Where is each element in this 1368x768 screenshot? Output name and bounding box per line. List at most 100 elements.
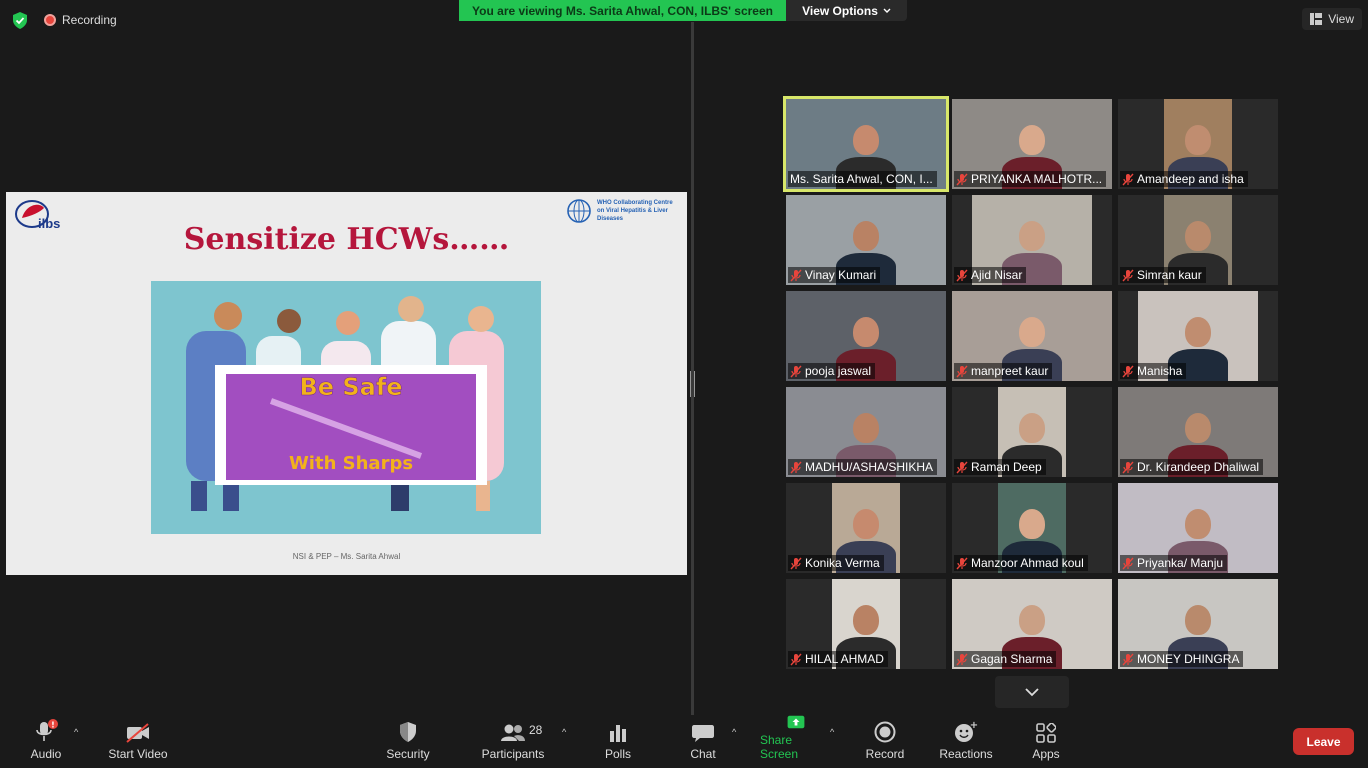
be-safe-poster: Be Safe With Sharps (151, 281, 541, 534)
slide-title: Sensitize HCWs…… (183, 222, 510, 257)
participant-head (853, 317, 879, 347)
video-off-icon (126, 723, 149, 743)
participant-name: Ajid Nisar (971, 268, 1023, 282)
participant-tile[interactable]: Ms. Sarita Ahwal, CON, I... (783, 96, 949, 192)
participant-name: HILAL AHMAD (805, 652, 884, 666)
top-bar: Recording You are viewing Ms. Sarita Ahw… (0, 0, 1368, 40)
apps-icon (1036, 723, 1056, 743)
participant-tile[interactable]: Manisha (1118, 291, 1278, 381)
apps-label: Apps (1032, 747, 1060, 761)
chat-label: Chat (690, 747, 716, 761)
security-button[interactable]: Security (384, 715, 432, 768)
view-options-button[interactable]: View Options (786, 0, 907, 21)
poster-line1: Be Safe (299, 373, 402, 401)
participant-head (1019, 509, 1045, 539)
participant-name: manpreet kaur (971, 364, 1049, 378)
muted-mic-icon (1122, 173, 1134, 185)
participant-tile[interactable]: Amandeep and isha (1118, 99, 1278, 189)
participant-tile[interactable]: HILAL AHMAD (786, 579, 946, 669)
start-video-button[interactable]: Start Video (104, 715, 172, 768)
muted-mic-icon (790, 461, 802, 473)
participant-head (1185, 125, 1211, 155)
participant-head (853, 605, 879, 635)
muted-mic-icon (790, 653, 802, 665)
participant-tile[interactable]: PRIYANKA MALHOTR... (952, 99, 1112, 189)
participant-tile[interactable]: Priyanka/ Manju (1118, 483, 1278, 573)
record-button[interactable]: Record (864, 715, 906, 768)
meeting-toolbar: ! Audio ^ Start Video Security Participa… (0, 715, 1368, 768)
participants-options-caret-icon[interactable]: ^ (562, 727, 566, 737)
muted-mic-icon (790, 557, 802, 569)
participant-name: MONEY DHINGRA (1137, 652, 1240, 666)
participant-tile[interactable]: Dr. Kirandeep Dhaliwal (1118, 387, 1278, 477)
participant-name-label: Simran kaur (1120, 267, 1206, 283)
split-divider[interactable] (691, 22, 694, 715)
reactions-button[interactable]: + Reactions (938, 715, 994, 768)
record-icon (874, 721, 896, 743)
participant-name: Ms. Sarita Ahwal, CON, I... (790, 172, 933, 186)
chevron-down-icon (1025, 687, 1039, 696)
participant-name-label: Vinay Kumari (788, 267, 881, 283)
apps-button[interactable]: Apps (1028, 715, 1064, 768)
recording-indicator[interactable]: Recording (44, 13, 117, 27)
record-label: Record (865, 747, 905, 761)
muted-mic-icon (1122, 269, 1134, 281)
viewing-banner: You are viewing Ms. Sarita Ahwal, CON, I… (459, 0, 786, 21)
gallery-next-page-button[interactable] (995, 676, 1069, 708)
leave-button[interactable]: Leave (1293, 728, 1354, 755)
chat-options-caret-icon[interactable]: ^ (732, 727, 736, 737)
view-button[interactable]: View (1302, 8, 1362, 30)
participant-head (1185, 221, 1211, 251)
participant-tile[interactable]: Simran kaur (1118, 195, 1278, 285)
participant-head (1019, 413, 1045, 443)
participant-tile[interactable]: Manzoor Ahmad koul (952, 483, 1112, 573)
share-screen-button[interactable]: Share Screen (760, 715, 832, 768)
participant-tile[interactable]: Raman Deep (952, 387, 1112, 477)
participant-head (1019, 605, 1045, 635)
participant-head (853, 509, 879, 539)
participant-head (1019, 221, 1045, 251)
participant-name-label: manpreet kaur (954, 363, 1053, 379)
chevron-down-icon (883, 8, 891, 13)
audio-label: Audio (30, 747, 62, 761)
shared-screen: ilbs WHO Collaborating Centre on Viral H… (6, 192, 687, 575)
participant-head (1019, 125, 1045, 155)
muted-mic-icon (1122, 653, 1134, 665)
healthcare-workers-illustration: Be Safe With Sharps (151, 281, 541, 534)
participant-tile[interactable]: Ajid Nisar (952, 195, 1112, 285)
grid-view-icon (1310, 13, 1323, 25)
microphone-icon: ! (36, 719, 58, 741)
participant-head (1185, 509, 1211, 539)
view-label: View (1328, 12, 1354, 26)
participant-tile[interactable]: MADHU/ASHA/SHIKHA (786, 387, 946, 477)
polls-button[interactable]: Polls (600, 715, 636, 768)
participant-tile[interactable]: Gagan Sharma (952, 579, 1112, 669)
participant-name: Konika Verma (805, 556, 880, 570)
shield-icon[interactable] (12, 12, 28, 29)
participant-head (1185, 317, 1211, 347)
reactions-emoji-icon: + (955, 721, 978, 742)
muted-mic-icon (956, 173, 968, 185)
participant-head (1019, 317, 1045, 347)
who-logo: WHO Collaborating Centre on Viral Hepati… (565, 198, 681, 224)
divider-grip-handle[interactable] (690, 371, 695, 397)
participant-name: Dr. Kirandeep Dhaliwal (1137, 460, 1260, 474)
participant-tile[interactable]: MONEY DHINGRA (1118, 579, 1278, 669)
audio-options-caret-icon[interactable]: ^ (74, 727, 78, 737)
polls-label: Polls (604, 747, 631, 761)
participant-tile[interactable]: Vinay Kumari (786, 195, 946, 285)
participant-name: Priyanka/ Manju (1137, 556, 1224, 570)
participant-head (1185, 413, 1211, 443)
muted-mic-icon (956, 461, 968, 473)
participant-tile[interactable]: manpreet kaur (952, 291, 1112, 381)
security-label: Security (386, 747, 430, 761)
participant-tile[interactable]: pooja jaswal (786, 291, 946, 381)
chat-button[interactable]: Chat (686, 715, 720, 768)
participant-tile[interactable]: Konika Verma (786, 483, 946, 573)
audio-button[interactable]: ! Audio (26, 715, 66, 768)
share-options-caret-icon[interactable]: ^ (830, 727, 834, 737)
participant-name-label: Priyanka/ Manju (1120, 555, 1228, 571)
slide-footer: NSI & PEP – Ms. Sarita Ahwal (292, 552, 401, 561)
participant-name: Manzoor Ahmad koul (971, 556, 1084, 570)
participant-name-label: Manzoor Ahmad koul (954, 555, 1088, 571)
